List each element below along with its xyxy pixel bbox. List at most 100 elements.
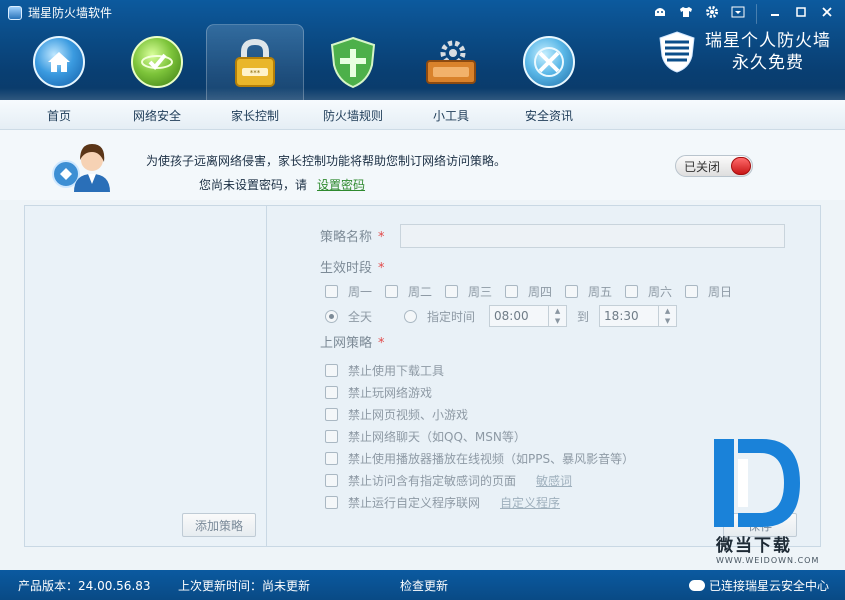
- set-password-link[interactable]: 设置密码: [317, 178, 365, 192]
- watermark-url: WWW.WEIDOWN.COM: [716, 556, 820, 565]
- sensitive-words-link[interactable]: 敏感词: [536, 472, 572, 489]
- notice-bar: 为使孩子远离网络侵害，家长控制功能将帮助您制订网络访问策略。 您尚未设置密码，请…: [0, 130, 845, 200]
- day-thu[interactable]: 周四: [505, 283, 565, 300]
- end-time-spinner[interactable]: 18:30 ▲ ▼: [599, 305, 678, 327]
- internet-policy-label: 上网策略 *: [320, 332, 385, 351]
- checkbox[interactable]: [325, 473, 338, 487]
- nav-tab-bar: 首页 网络安全 家长控制 防火墙规则 小工具 安全资讯: [0, 100, 845, 130]
- nav-parental-control[interactable]: ***: [206, 24, 304, 100]
- time-range-row: 全天 指定时间 08:00 ▲ ▼ 到 18:30 ▲ ▼: [325, 304, 678, 328]
- day-sun[interactable]: 周日: [685, 283, 745, 300]
- internet-policy-label-text: 上网策略: [320, 336, 373, 351]
- checkbox[interactable]: [625, 285, 638, 298]
- shirt-icon[interactable]: [674, 2, 698, 22]
- policy-item-sensitive[interactable]: 禁止访问含有指定敏感词的页面 敏感词: [325, 469, 634, 491]
- checkbox[interactable]: [325, 385, 338, 399]
- checkbox[interactable]: [505, 285, 518, 298]
- nav-security-news[interactable]: [500, 24, 598, 100]
- settings-gear-icon[interactable]: [700, 2, 724, 22]
- spin-up-icon[interactable]: ▲: [659, 306, 676, 316]
- specified-time-radio[interactable]: [404, 309, 418, 323]
- policy-label: 禁止使用播放器播放在线视频（如PPS、暴风影音等）: [348, 451, 635, 466]
- checkbox[interactable]: [325, 407, 338, 421]
- checkbox[interactable]: [325, 495, 338, 509]
- controls-separator: [756, 4, 757, 24]
- menu-dropdown-icon[interactable]: [726, 2, 750, 22]
- checkbox[interactable]: [385, 285, 398, 298]
- title-bar: 瑞星防火墙软件: [8, 4, 112, 21]
- tab-tools[interactable]: 小工具: [402, 100, 500, 130]
- cloud-icon: [689, 580, 705, 591]
- add-policy-button[interactable]: 添加策略: [182, 513, 256, 537]
- parent-avatar-icon: [52, 136, 114, 194]
- day-label: 周五: [588, 285, 613, 299]
- notice-description: 为使孩子远离网络侵害，家长控制功能将帮助您制订网络访问策略。: [146, 154, 507, 168]
- day-label: 周一: [348, 285, 373, 299]
- specified-time-label: 指定时间: [427, 309, 476, 324]
- toolbox-icon: [423, 37, 479, 87]
- tab-security-news[interactable]: 安全资讯: [500, 100, 598, 130]
- maximize-icon[interactable]: [789, 2, 813, 22]
- nav-home[interactable]: [10, 24, 108, 100]
- nav-firewall-rules[interactable]: [304, 24, 402, 100]
- watermark-text: 微当下载: [716, 536, 792, 556]
- checkbox[interactable]: [325, 451, 338, 465]
- spinner-buttons: ▲ ▼: [548, 306, 566, 326]
- tab-home[interactable]: 首页: [10, 100, 108, 130]
- window-title: 瑞星防火墙软件: [28, 6, 113, 20]
- spin-down-icon[interactable]: ▼: [659, 316, 676, 326]
- policy-item-chat[interactable]: 禁止网络聊天（如QQ、MSN等）: [325, 425, 634, 447]
- policy-name-label: 策略名称 *: [320, 226, 385, 245]
- skin-icon[interactable]: [648, 2, 672, 22]
- checkbox[interactable]: [685, 285, 698, 298]
- policy-item-web-video[interactable]: 禁止网页视频、小游戏: [325, 403, 634, 425]
- day-tue[interactable]: 周二: [385, 283, 445, 300]
- policy-label: 禁止网页视频、小游戏: [348, 407, 469, 422]
- parental-control-toggle[interactable]: 已关闭: [675, 155, 753, 177]
- checkbox[interactable]: [565, 285, 578, 298]
- day-label: 周三: [468, 285, 493, 299]
- svg-text:***: ***: [250, 69, 261, 77]
- policy-label: 禁止玩网络游戏: [348, 385, 433, 400]
- policy-label: 禁止网络聊天（如QQ、MSN等）: [348, 429, 526, 444]
- tab-parental-control[interactable]: 家长控制: [206, 100, 304, 130]
- policy-name-label-text: 策略名称: [320, 230, 373, 245]
- nav-network-security[interactable]: [108, 24, 206, 100]
- globe-info-icon: [523, 36, 575, 88]
- policy-item-download[interactable]: 禁止使用下载工具: [325, 359, 634, 381]
- policy-item-games[interactable]: 禁止玩网络游戏: [325, 381, 634, 403]
- network-security-icon: [131, 36, 183, 88]
- spin-up-icon[interactable]: ▲: [549, 306, 566, 316]
- close-icon[interactable]: [815, 2, 839, 22]
- day-mon[interactable]: 周一: [325, 283, 385, 300]
- last-update-time: 上次更新时间：尚未更新: [178, 579, 311, 593]
- nav-tools[interactable]: [402, 24, 500, 100]
- checkbox[interactable]: [325, 285, 338, 298]
- policy-name-input[interactable]: [400, 224, 785, 248]
- check-update-link[interactable]: 检查更新: [400, 577, 448, 594]
- day-fri[interactable]: 周五: [565, 283, 625, 300]
- policy-item-player[interactable]: 禁止使用播放器播放在线视频（如PPS、暴风影音等）: [325, 447, 634, 469]
- content-panel: 添加策略 策略名称 * 生效时段 * 周一 周二 周三 周四 周五 周六 周日 全天: [24, 205, 821, 547]
- day-wed[interactable]: 周三: [445, 283, 505, 300]
- checkbox[interactable]: [445, 285, 458, 298]
- policy-checkbox-list: 禁止使用下载工具 禁止玩网络游戏 禁止网页视频、小游戏 禁止网络聊天（如QQ、M…: [325, 359, 634, 513]
- start-time-value: 08:00: [494, 309, 529, 323]
- tab-network-security[interactable]: 网络安全: [108, 100, 206, 130]
- checkbox[interactable]: [325, 363, 338, 377]
- minimize-icon[interactable]: [763, 2, 787, 22]
- required-mark: *: [378, 336, 385, 351]
- all-day-radio[interactable]: [325, 309, 338, 323]
- end-time-value: 18:30: [604, 309, 639, 323]
- policy-item-custom-program[interactable]: 禁止运行自定义程序联网 自定义程序: [325, 491, 634, 513]
- day-sat[interactable]: 周六: [625, 283, 685, 300]
- custom-program-link[interactable]: 自定义程序: [500, 494, 560, 511]
- policy-label: 禁止运行自定义程序联网: [348, 495, 481, 510]
- spin-down-icon[interactable]: ▼: [549, 316, 566, 326]
- tab-firewall-rules[interactable]: 防火墙规则: [304, 100, 402, 130]
- effective-time-label-text: 生效时段: [320, 261, 373, 276]
- brand-shield-logo: [657, 30, 697, 74]
- start-time-spinner[interactable]: 08:00 ▲ ▼: [489, 305, 568, 327]
- checkbox[interactable]: [325, 429, 338, 443]
- day-label: 周日: [708, 285, 733, 299]
